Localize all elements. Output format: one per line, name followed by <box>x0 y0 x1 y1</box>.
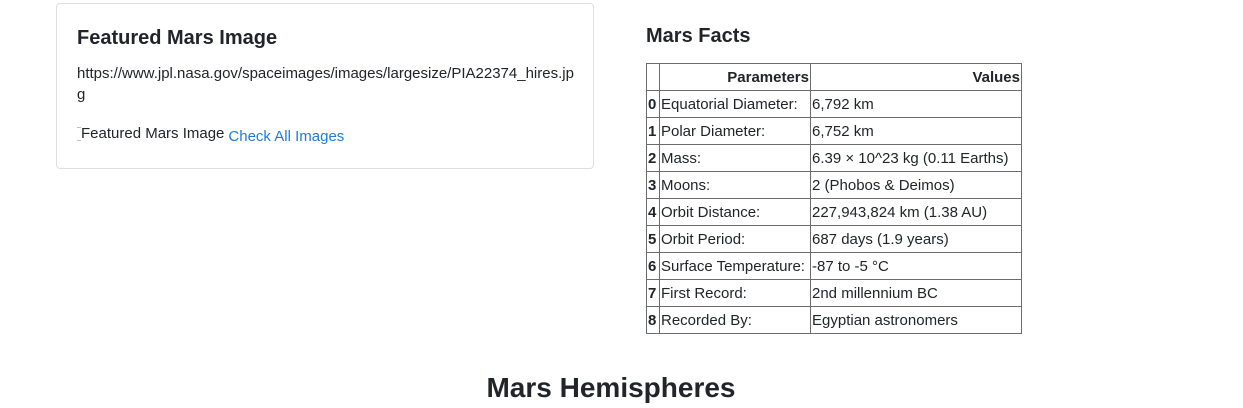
row-value: 6,792 km <box>810 90 1022 118</box>
broken-image-icon <box>77 127 81 141</box>
check-all-images-link[interactable]: Check All Images <box>228 128 344 145</box>
table-row: 5 Orbit Period: 687 days (1.9 years) <box>646 225 1022 253</box>
row-index: 1 <box>646 117 660 145</box>
row-value: 2 (Phobos & Deimos) <box>810 171 1022 199</box>
row-value: Egyptian astronomers <box>810 306 1022 334</box>
row-index: 2 <box>646 144 660 172</box>
row-value: 227,943,824 km (1.38 AU) <box>810 198 1022 226</box>
row-value: 6.39 × 10^23 kg (0.11 Earths) <box>810 144 1022 172</box>
row-parameter: First Record: <box>659 279 811 307</box>
featured-image-alt: Featured Mars Image <box>81 125 225 142</box>
row-value: -87 to -5 °C <box>810 252 1022 280</box>
row-parameter: Mass: <box>659 144 811 172</box>
row-index: 5 <box>646 225 660 253</box>
table-row: 7 First Record: 2nd millennium BC <box>646 279 1022 307</box>
table-row: 4 Orbit Distance: 227,943,824 km (1.38 A… <box>646 198 1022 226</box>
row-parameter: Orbit Distance: <box>659 198 811 226</box>
row-parameter: Polar Diameter: <box>659 117 811 145</box>
mars-facts-table: Parameters Values 0 Equatorial Diameter:… <box>646 63 1022 334</box>
row-value: 687 days (1.9 years) <box>810 225 1022 253</box>
row-parameter: Orbit Period: <box>659 225 811 253</box>
row-value: 6,752 km <box>810 117 1022 145</box>
row-parameter: Surface Temperature: <box>659 252 811 280</box>
featured-image-card: Featured Mars Image https://www.jpl.nasa… <box>56 3 594 169</box>
row-index: 4 <box>646 198 660 226</box>
featured-image-row: Featured Mars Image Check All Images <box>77 124 573 147</box>
table-row: 1 Polar Diameter: 6,752 km <box>646 117 1022 145</box>
parameters-header: Parameters <box>659 63 811 91</box>
table-row: 2 Mass: 6.39 × 10^23 kg (0.11 Earths) <box>646 144 1022 172</box>
row-index: 3 <box>646 171 660 199</box>
table-header-row: Parameters Values <box>646 63 1022 91</box>
values-header: Values <box>810 63 1022 91</box>
row-index: 0 <box>646 90 660 118</box>
row-value: 2nd millennium BC <box>810 279 1022 307</box>
mars-hemispheres-title: Mars Hemispheres <box>486 372 736 403</box>
row-index: 7 <box>646 279 660 307</box>
table-row: 8 Recorded By: Egyptian astronomers <box>646 306 1022 334</box>
row-parameter: Moons: <box>659 171 811 199</box>
row-parameter: Equatorial Diameter: <box>659 90 811 118</box>
table-row: 0 Equatorial Diameter: 6,792 km <box>646 90 1022 118</box>
row-index: 6 <box>646 252 660 280</box>
featured-image-title: Featured Mars Image <box>77 27 278 49</box>
featured-image-url: https://www.jpl.nasa.gov/spaceimages/ima… <box>77 65 574 103</box>
featured-image-broken: Featured Mars Image <box>77 124 224 144</box>
table-row: 3 Moons: 2 (Phobos & Deimos) <box>646 171 1022 199</box>
row-index: 8 <box>646 306 660 334</box>
table-row: 6 Surface Temperature: -87 to -5 °C <box>646 252 1022 280</box>
index-header <box>646 63 660 91</box>
mars-facts-title: Mars Facts <box>646 25 751 47</box>
row-parameter: Recorded By: <box>659 306 811 334</box>
